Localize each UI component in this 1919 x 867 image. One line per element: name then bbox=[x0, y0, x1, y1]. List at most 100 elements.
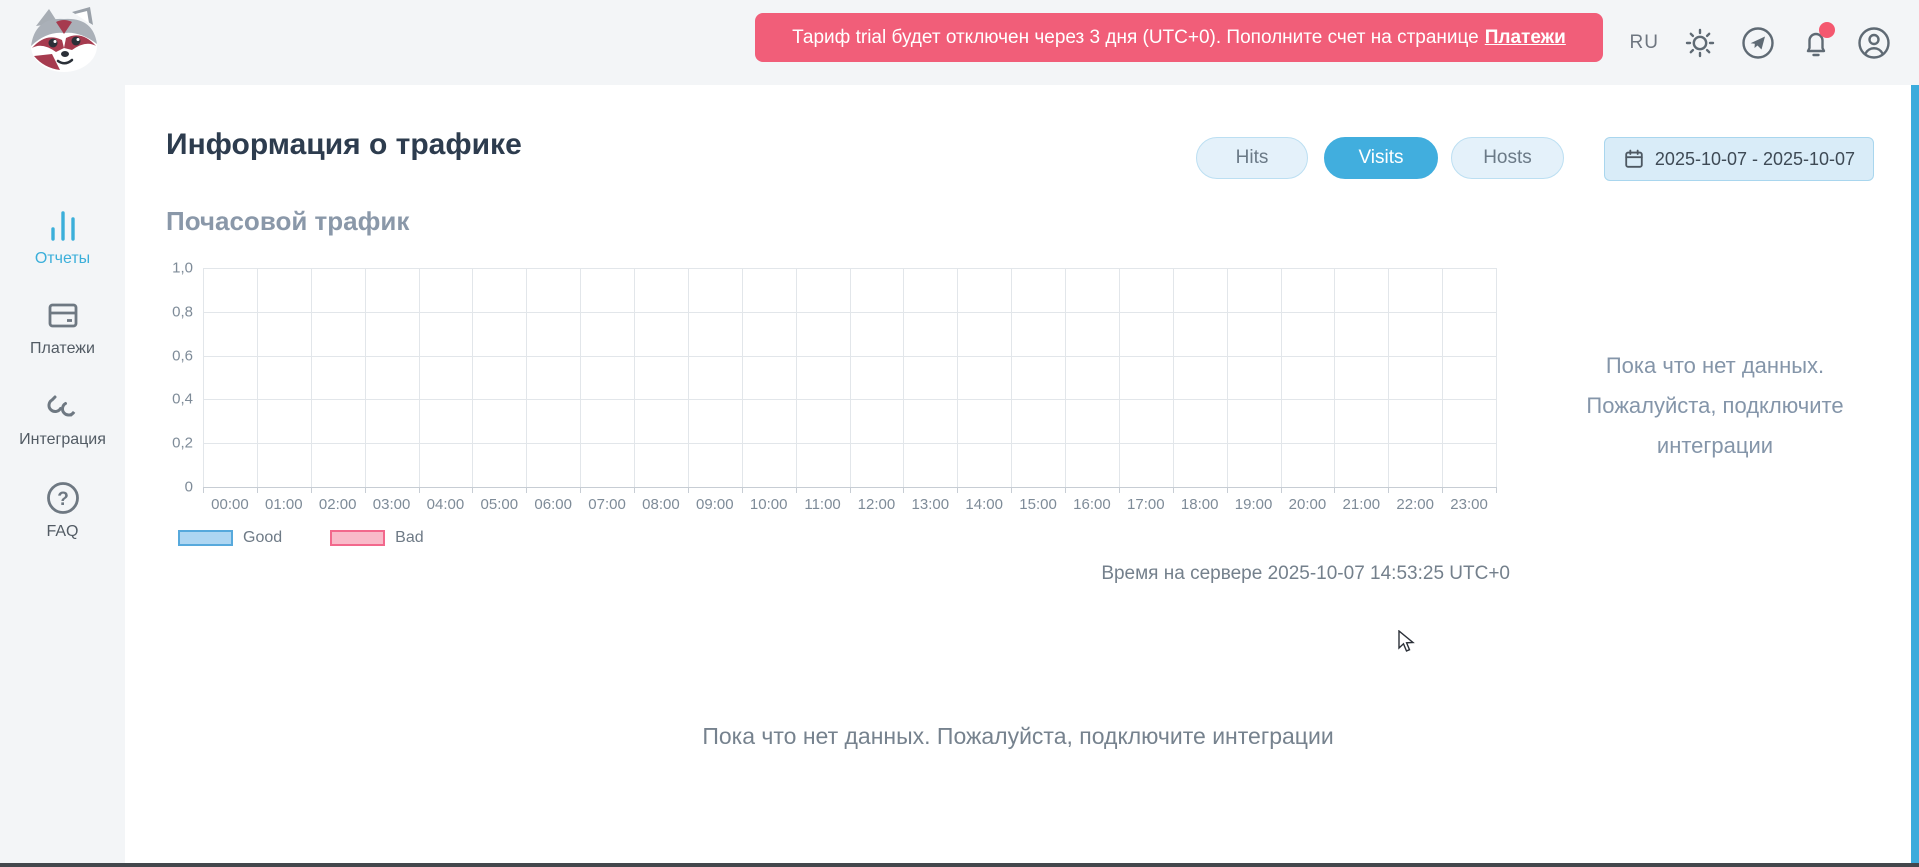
v-gridline bbox=[850, 268, 851, 487]
chart-section-title: Почасовой трафик bbox=[166, 206, 409, 237]
date-range-value: 2025-10-07 - 2025-10-07 bbox=[1655, 149, 1855, 170]
sidebar-item-label: Платежи bbox=[30, 340, 95, 358]
x-axis-tick bbox=[850, 487, 851, 493]
y-axis-label: 1,0 bbox=[172, 260, 193, 277]
x-axis-tick bbox=[472, 487, 473, 493]
x-axis-tick bbox=[1334, 487, 1335, 493]
server-time: Время на сервере 2025-10-07 14:53:25 UTC… bbox=[1000, 563, 1510, 585]
x-axis-label: 04:00 bbox=[427, 496, 465, 513]
sidebar-item-label: Отчеты bbox=[35, 250, 90, 268]
telegram-icon[interactable] bbox=[1741, 26, 1775, 60]
x-axis-tick bbox=[1496, 487, 1497, 493]
no-data-bottom-note: Пока что нет данных. Пожалуйста, подключ… bbox=[125, 723, 1911, 750]
x-axis-tick bbox=[1227, 487, 1228, 493]
x-axis-label: 19:00 bbox=[1235, 496, 1273, 513]
x-axis-label: 01:00 bbox=[265, 496, 303, 513]
profile-icon[interactable] bbox=[1857, 26, 1891, 60]
credit-card-icon bbox=[45, 297, 81, 333]
x-axis-tick bbox=[1173, 487, 1174, 493]
hits-button[interactable]: Hits bbox=[1196, 137, 1308, 179]
x-axis-label: 07:00 bbox=[588, 496, 626, 513]
legend-label-bad: Bad bbox=[395, 529, 423, 547]
banner-text: Тариф trial будет отключен через 3 дня (… bbox=[792, 27, 1479, 49]
x-axis-label: 00:00 bbox=[211, 496, 249, 513]
x-axis-label: 13:00 bbox=[912, 496, 950, 513]
legend-swatch-bad bbox=[330, 530, 385, 546]
x-axis-tick bbox=[526, 487, 527, 493]
sidebar-item-integration[interactable]: Интеграция bbox=[0, 388, 125, 449]
calendar-icon bbox=[1623, 148, 1645, 170]
x-axis-label: 15:00 bbox=[1019, 496, 1057, 513]
payments-link[interactable]: Платежи bbox=[1485, 27, 1566, 49]
vertical-scrollbar[interactable] bbox=[1911, 85, 1919, 867]
v-gridline bbox=[365, 268, 366, 487]
y-axis-label: 0,2 bbox=[172, 435, 193, 452]
x-axis-tick bbox=[742, 487, 743, 493]
page-title: Информация о трафике bbox=[166, 128, 522, 162]
sidebar-item-faq[interactable]: ? FAQ bbox=[0, 480, 125, 541]
x-axis-tick bbox=[203, 487, 204, 493]
date-range-picker[interactable]: 2025-10-07 - 2025-10-07 bbox=[1604, 137, 1874, 181]
language-selector[interactable]: RU bbox=[1630, 32, 1659, 54]
v-gridline bbox=[1281, 268, 1282, 487]
y-axis-label: 0 bbox=[185, 479, 193, 496]
window-bottom-border bbox=[0, 863, 1919, 867]
v-gridline bbox=[1227, 268, 1228, 487]
question-circle-icon: ? bbox=[45, 480, 81, 516]
x-axis-label: 22:00 bbox=[1396, 496, 1434, 513]
v-gridline bbox=[1442, 268, 1443, 487]
sidebar-item-label: FAQ bbox=[46, 523, 78, 541]
x-axis-tick bbox=[365, 487, 366, 493]
x-axis-label: 20:00 bbox=[1289, 496, 1327, 513]
x-axis-label: 23:00 bbox=[1450, 496, 1488, 513]
x-axis-tick bbox=[796, 487, 797, 493]
x-axis-label: 18:00 bbox=[1181, 496, 1219, 513]
visits-button[interactable]: Visits bbox=[1324, 137, 1438, 179]
x-axis-tick bbox=[1442, 487, 1443, 493]
x-axis-label: 21:00 bbox=[1343, 496, 1381, 513]
v-gridline bbox=[1496, 268, 1497, 487]
x-axis-label: 16:00 bbox=[1073, 496, 1111, 513]
y-axis-label: 0,4 bbox=[172, 391, 193, 408]
sidebar-item-reports[interactable]: Отчеты bbox=[0, 207, 125, 268]
v-gridline bbox=[1334, 268, 1335, 487]
x-axis-tick bbox=[1388, 487, 1389, 493]
x-axis-label: 03:00 bbox=[373, 496, 411, 513]
x-axis-tick bbox=[1011, 487, 1012, 493]
x-axis-label: 14:00 bbox=[965, 496, 1003, 513]
v-gridline bbox=[1011, 268, 1012, 487]
sidebar: Отчеты Платежи Интеграция ? FAQ bbox=[0, 85, 125, 867]
x-axis-tick bbox=[257, 487, 258, 493]
raccoon-logo[interactable] bbox=[16, 4, 112, 74]
sidebar-item-payments[interactable]: Платежи bbox=[0, 297, 125, 358]
y-axis-label: 0,8 bbox=[172, 303, 193, 320]
x-axis-tick bbox=[311, 487, 312, 493]
x-axis-label: 09:00 bbox=[696, 496, 734, 513]
notification-badge bbox=[1819, 22, 1835, 38]
v-gridline bbox=[311, 268, 312, 487]
x-axis-tick bbox=[957, 487, 958, 493]
sun-icon[interactable] bbox=[1683, 26, 1717, 60]
svg-text:?: ? bbox=[57, 489, 69, 510]
v-gridline bbox=[580, 268, 581, 487]
v-gridline bbox=[419, 268, 420, 487]
v-gridline bbox=[526, 268, 527, 487]
hosts-button[interactable]: Hosts bbox=[1451, 137, 1564, 179]
bell-icon[interactable] bbox=[1799, 26, 1833, 60]
chart-legend: Good Bad bbox=[178, 529, 424, 547]
plot-area: 1,00,80,60,40,2000:0001:0002:0003:0004:0… bbox=[203, 268, 1496, 487]
v-gridline bbox=[1173, 268, 1174, 487]
sidebar-item-label: Интеграция bbox=[19, 431, 106, 449]
no-data-side-note: Пока что нет данных. Пожалуйста, подключ… bbox=[1540, 346, 1890, 466]
trial-warning-banner: Тариф trial будет отключен через 3 дня (… bbox=[755, 13, 1603, 62]
v-gridline bbox=[903, 268, 904, 487]
v-gridline bbox=[796, 268, 797, 487]
x-axis-label: 12:00 bbox=[858, 496, 896, 513]
v-gridline bbox=[1065, 268, 1066, 487]
x-axis-tick bbox=[1119, 487, 1120, 493]
legend-label-good: Good bbox=[243, 529, 282, 547]
v-gridline bbox=[634, 268, 635, 487]
v-gridline bbox=[742, 268, 743, 487]
top-header: Тариф trial будет отключен через 3 дня (… bbox=[0, 0, 1919, 85]
x-axis-label: 06:00 bbox=[534, 496, 572, 513]
